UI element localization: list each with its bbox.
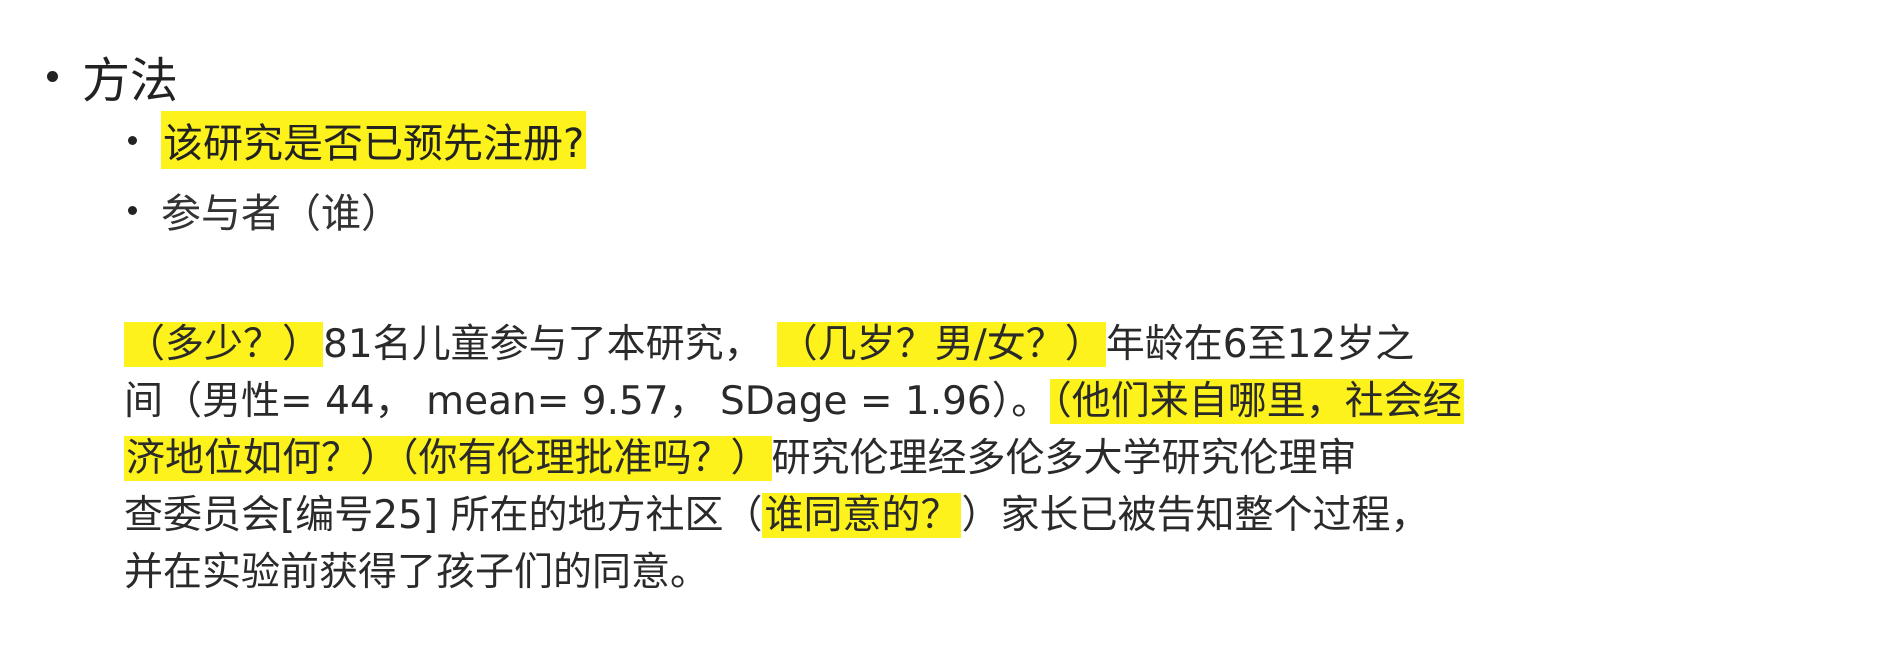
highlighted-question: 该研究是否已预先注册? [161, 111, 587, 169]
outline-level2-item-participants: 参与者（谁） [128, 180, 401, 240]
paragraph-line: 济地位如何？）（你有伦理批准吗？）研究伦理经多伦多大学研究伦理审 [124, 430, 1844, 487]
highlighted-question: （多少？） [124, 322, 324, 367]
paragraph-line: 并在实验前获得了孩子们的同意。 [124, 544, 1844, 601]
outline-level2-item-preregistered: 该研究是否已预先注册? [128, 110, 587, 170]
participants-paragraph: （多少？）81名儿童参与了本研究， （几岁？男/女？）年龄在6至12岁之 间（男性… [124, 316, 1844, 601]
paragraph-line: 间（男性= 44， mean= 9.57， SDage = 1.96）。（他们来… [124, 373, 1844, 430]
outline-level1-item: 方法 [47, 44, 179, 109]
highlighted-question: 济地位如何？）（你有伦理批准吗？） [124, 436, 772, 481]
paragraph-line: （多少？）81名儿童参与了本研究， （几岁？男/女？）年龄在6至12岁之 [124, 316, 1844, 373]
paragraph-text: 并在实验前获得了孩子们的同意。 [124, 550, 710, 595]
highlighted-question: （几岁？男/女？） [776, 322, 1106, 367]
paragraph-text: 81名儿童参与了本研究， [323, 322, 763, 367]
outline-level2-label: 参与者（谁） [161, 191, 401, 237]
paragraph-text: 年龄在6至12岁之 [1105, 322, 1415, 367]
paragraph-text: 查委员会[编号25] 所在的地方社区（ [124, 493, 763, 538]
paragraph-text: 间（男性= 44， mean= 9.57， SDage = 1.96）。 [124, 379, 1051, 424]
outline-level1-label: 方法 [82, 53, 179, 109]
bullet-icon [128, 135, 137, 145]
paragraph-text: ）家长已被告知整个过程， [961, 493, 1430, 538]
paragraph-text: 研究伦理经多伦多大学研究伦理审 [771, 436, 1357, 481]
highlighted-question: （他们来自哪里，社会经 [1050, 379, 1464, 424]
bullet-icon [128, 205, 137, 215]
bullet-icon [47, 70, 58, 82]
paragraph-line: 查委员会[编号25] 所在的地方社区（谁同意的？）家长已被告知整个过程， [124, 487, 1844, 544]
highlighted-question: 谁同意的？ [762, 493, 962, 538]
